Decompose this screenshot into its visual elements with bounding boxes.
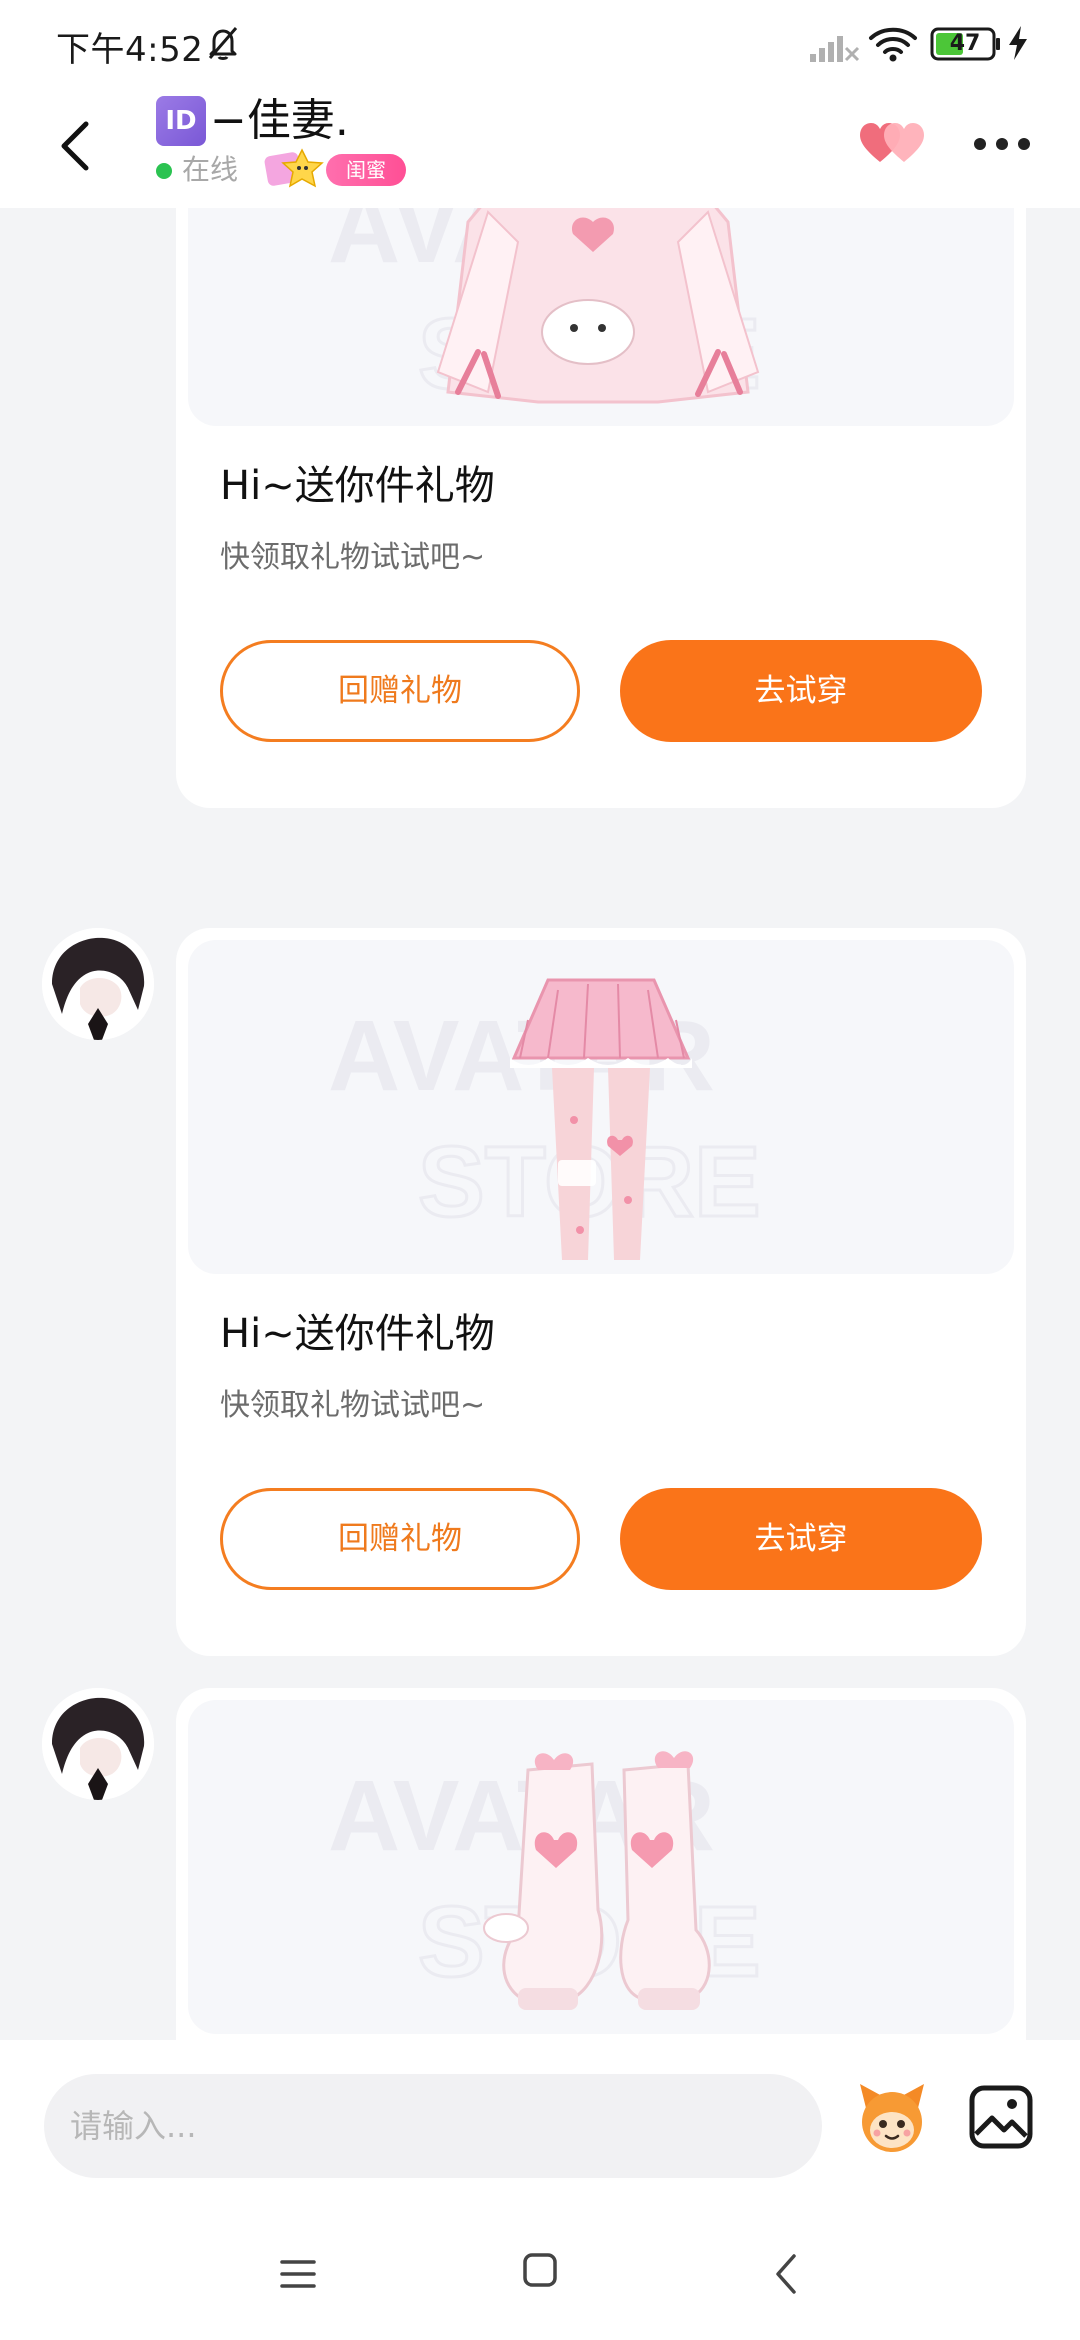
- chat-header: ID −佳妻. 在线 闺蜜: [0, 88, 1080, 208]
- charging-icon: [1009, 26, 1027, 60]
- relation-tag: 闺蜜: [326, 154, 406, 186]
- return-gift-button[interactable]: 回赠礼物: [220, 640, 580, 742]
- home-icon[interactable]: [522, 2252, 558, 2288]
- signal-icon: [810, 36, 860, 62]
- try-on-button[interactable]: 去试穿: [620, 1488, 982, 1590]
- battery-level: 47: [949, 31, 981, 56]
- gift-subtitle: 快领取礼物试试吧~: [220, 540, 486, 575]
- mascot-icon[interactable]: [852, 2078, 932, 2158]
- relation-badge[interactable]: 闺蜜: [262, 148, 406, 188]
- chat-area[interactable]: AVATAR STORE Hi~送你: [0, 208, 1080, 2040]
- avatar-image: [42, 1688, 154, 1800]
- gift-subtitle: 快领取礼物试试吧~: [220, 1388, 486, 1423]
- image-icon[interactable]: [968, 2084, 1034, 2150]
- avatar-image: [42, 928, 154, 1040]
- hearts-icon[interactable]: [858, 118, 928, 168]
- relation-sticker-icon: [264, 148, 324, 188]
- avatar[interactable]: [42, 1688, 154, 1800]
- gift-image[interactable]: AVATAR STORE: [188, 208, 1014, 426]
- boots-illustration: [483, 1751, 711, 2010]
- system-nav-bar: [0, 2208, 1080, 2340]
- input-bar: [0, 2040, 1080, 2208]
- gift-card[interactable]: AVATAR STORE: [176, 1688, 1026, 2040]
- gift-card[interactable]: AVATAR STORE Hi~送你件礼物 快领取礼物试试吧~: [176, 928, 1026, 1656]
- status-time: 下午4:52: [56, 30, 204, 70]
- online-indicator: [156, 163, 172, 179]
- menu-icon[interactable]: [278, 2254, 318, 2294]
- gift-card[interactable]: AVATAR STORE Hi~送你: [176, 208, 1026, 808]
- nav-back-icon[interactable]: [772, 2252, 800, 2296]
- status-bar: 下午4:52 47: [0, 0, 1080, 88]
- id-badge-icon: ID: [156, 96, 206, 146]
- sweater-illustration: [436, 208, 760, 404]
- return-gift-button[interactable]: 回赠礼物: [220, 1488, 580, 1590]
- gift-image[interactable]: AVATAR STORE: [188, 940, 1014, 1274]
- more-icon[interactable]: [972, 128, 1032, 160]
- gift-image[interactable]: AVATAR STORE: [188, 1700, 1014, 2034]
- skirt-illustration: [510, 978, 692, 1260]
- back-icon[interactable]: [54, 116, 98, 176]
- avatar[interactable]: [42, 928, 154, 1040]
- try-on-button[interactable]: 去试穿: [620, 640, 982, 742]
- gift-title: Hi~送你件礼物: [220, 463, 495, 509]
- message-input[interactable]: [44, 2074, 822, 2178]
- online-status: 在线: [182, 153, 239, 186]
- wifi-icon: [869, 27, 917, 62]
- bell-off-icon: [208, 27, 238, 60]
- contact-name[interactable]: −佳妻.: [210, 94, 349, 148]
- gift-title: Hi~送你件礼物: [220, 1311, 495, 1357]
